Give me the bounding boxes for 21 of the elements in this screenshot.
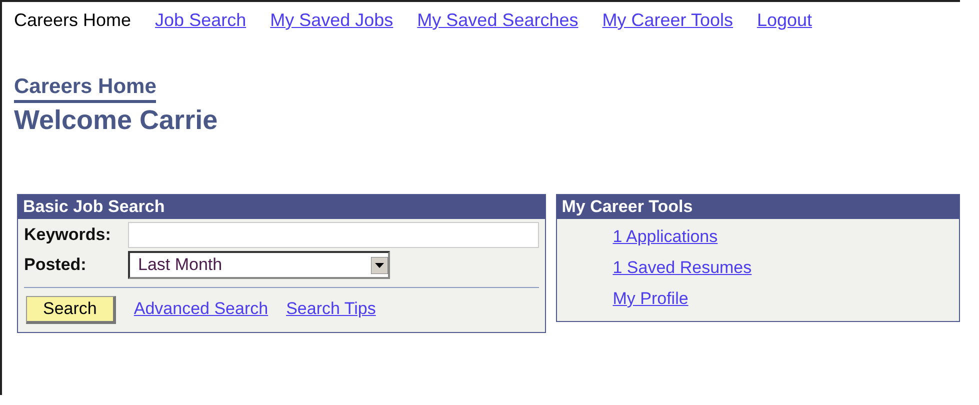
career-tool-link[interactable]: My Profile — [612, 289, 688, 309]
career-tool-link[interactable]: 1 Applications — [612, 227, 718, 247]
panel-title: My Career Tools — [556, 195, 959, 219]
nav-link[interactable]: Careers Home — [14, 10, 132, 31]
nav-link[interactable]: My Career Tools — [602, 10, 733, 31]
search-link[interactable]: Advanced Search — [134, 299, 268, 319]
nav-link[interactable]: My Saved Searches — [417, 10, 578, 31]
welcome-heading: Welcome Carrie — [14, 105, 219, 136]
keywords-field[interactable] — [128, 222, 539, 248]
caret-icon — [371, 256, 388, 274]
search-button[interactable]: Search — [26, 296, 116, 324]
search-link[interactable]: Search Tips — [286, 299, 376, 319]
nav-link[interactable]: Logout — [756, 10, 812, 31]
field-label: Keywords: — [24, 225, 112, 245]
career-tool-link[interactable]: 1 Saved Resumes — [612, 258, 752, 278]
field-label: Posted: — [24, 255, 88, 275]
nav-link[interactable]: My Saved Jobs — [270, 10, 394, 31]
posted-dropdown[interactable]: Last Month — [128, 251, 390, 279]
page-title: Careers Home — [14, 75, 156, 103]
nav-link[interactable]: Job Search — [155, 10, 246, 31]
panel-title: Basic Job Search — [18, 195, 545, 219]
